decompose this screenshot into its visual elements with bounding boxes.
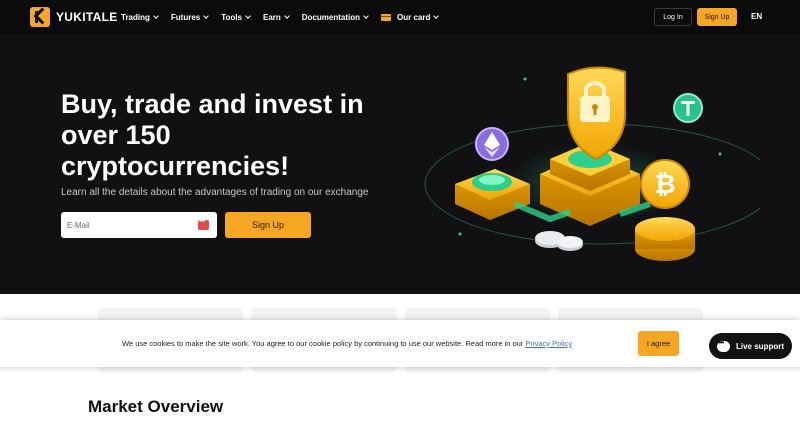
chevron-down-icon — [203, 12, 210, 19]
logo-icon — [30, 7, 50, 27]
card-icon — [381, 13, 392, 21]
market-overview-title: Market Overview — [88, 397, 224, 416]
chevron-down-icon — [283, 12, 290, 19]
sparkle — [523, 77, 527, 81]
brand-name: YUKITALE — [56, 10, 118, 24]
silver-coins — [535, 231, 583, 251]
hero-subtitle: Learn all the details about the advantag… — [61, 187, 369, 198]
hero-title: Buy, trade and invest in over 150 crypto… — [61, 89, 364, 181]
chevron-down-icon — [433, 12, 440, 19]
hero-signup-button[interactable]: Sign Up — [225, 212, 311, 238]
password-manager-icon[interactable] — [198, 218, 209, 230]
menu-trading[interactable]: Trading — [121, 12, 159, 22]
menu-documentation-label: Documentation — [301, 12, 361, 22]
cookie-banner: We use cookies to make the site work. Yo… — [0, 320, 800, 367]
chevron-down-icon — [245, 12, 251, 19]
menu-tools[interactable]: Tools — [221, 12, 251, 22]
menu-our-card[interactable]: Our card — [381, 12, 440, 22]
menu-earn-label: Earn — [262, 12, 281, 22]
menu-our-card-label: Our card — [397, 12, 431, 22]
privacy-policy-link[interactable]: Privacy Policy — [525, 339, 572, 348]
sparkle — [458, 232, 462, 236]
cookie-message: We use cookies to make the site work. Yo… — [122, 339, 526, 348]
brand-logo[interactable]: YUKITALE — [30, 7, 118, 27]
live-support-button[interactable]: Live support — [709, 333, 792, 359]
main-menu: Trading Futures Tools Earn Documentation… — [121, 0, 451, 34]
email-field-wrapper — [61, 212, 217, 238]
live-support-label: Live support — [736, 341, 785, 351]
menu-futures[interactable]: Futures — [170, 12, 210, 22]
tether-icon — [673, 93, 703, 123]
nav-signup-button[interactable]: Sign Up — [697, 8, 737, 26]
chat-icon — [717, 338, 730, 352]
hero-section: Buy, trade and invest in over 150 crypto… — [0, 34, 800, 294]
menu-earn[interactable]: Earn — [262, 12, 290, 22]
cookie-text: We use cookies to make the site work. Yo… — [122, 339, 572, 348]
menu-tools-label: Tools — [221, 12, 242, 22]
ethereum-icon — [475, 127, 509, 161]
cookie-agree-button[interactable]: I agree — [638, 331, 679, 356]
email-input[interactable] — [61, 212, 217, 238]
svg-text:₿: ₿ — [654, 169, 675, 199]
menu-trading-label: Trading — [121, 12, 150, 22]
chevron-down-icon — [153, 12, 159, 19]
login-button[interactable]: Log In — [654, 8, 692, 26]
menu-futures-label: Futures — [170, 12, 201, 22]
language-selector[interactable]: EN — [751, 12, 762, 21]
crypto-illustration: ₿ — [424, 66, 760, 261]
top-nav: YUKITALE Trading Futures Tools Earn Docu… — [0, 0, 800, 34]
chevron-down-icon — [363, 12, 369, 19]
menu-documentation[interactable]: Documentation — [301, 12, 369, 22]
sparkle — [718, 152, 722, 156]
